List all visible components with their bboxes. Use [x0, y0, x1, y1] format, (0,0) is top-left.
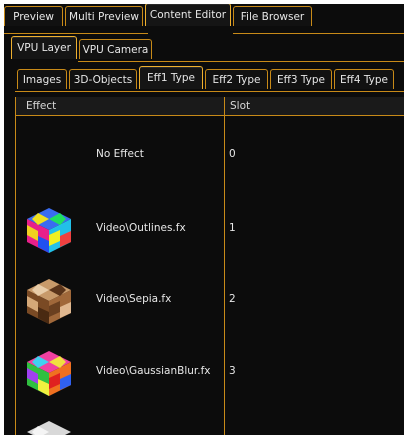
tab-preview[interactable]: Preview — [4, 6, 63, 26]
tab-eff4-type[interactable]: Eff4 Type — [334, 69, 394, 89]
divider — [233, 33, 404, 34]
table-header: Effect Slot — [16, 97, 404, 116]
divider — [4, 33, 148, 34]
slot-number: 2 — [229, 293, 236, 305]
table-row[interactable]: No Effect 0 — [16, 122, 404, 189]
divider — [15, 91, 404, 92]
tab-file-browser[interactable]: File Browser — [233, 6, 312, 26]
content-editor-window: Preview Multi Preview Content Editor Fil… — [4, 4, 404, 435]
table-row[interactable]: Video\Sepia.fx 2 — [16, 267, 404, 334]
rainbow-blur-cube-icon — [27, 351, 71, 396]
tab-eff2-type[interactable]: Eff2 Type — [205, 69, 268, 89]
tab-label: Eff1 Type — [146, 72, 195, 84]
tab-label: Content Editor — [149, 9, 227, 21]
table-row[interactable]: Video\Outlines.fx 1 — [16, 196, 404, 263]
table-row[interactable]: Video\GaussianBlur.fx 3 — [16, 339, 404, 406]
tab-eff3-type[interactable]: Eff3 Type — [270, 69, 332, 89]
divider — [78, 61, 404, 62]
tab-content-editor[interactable]: Content Editor — [145, 4, 231, 26]
effect-name: Video\GaussianBlur.fx — [96, 365, 211, 377]
tab-eff1-type[interactable]: Eff1 Type — [139, 66, 203, 89]
tab-3d-objects[interactable]: 3D-Objects — [69, 69, 137, 89]
slot-number: 3 — [229, 365, 236, 377]
tab-label: File Browser — [240, 10, 305, 23]
tab-label: Eff3 Type — [276, 73, 325, 86]
type-tab-bar: Images 3D-Objects Eff1 Type Eff2 Type Ef… — [17, 66, 396, 89]
tab-label: Multi Preview — [69, 10, 139, 23]
tab-images[interactable]: Images — [17, 69, 67, 89]
tab-label: VPU Camera — [82, 43, 149, 56]
column-header-effect[interactable]: Effect — [26, 100, 56, 112]
main-tab-bar: Preview Multi Preview Content Editor Fil… — [4, 4, 314, 26]
tab-label: 3D-Objects — [73, 73, 133, 86]
sub-tab-bar: VPU Layer VPU Camera — [11, 36, 154, 59]
effect-table: Effect Slot No Effect 0 Video\Outlines.f… — [15, 97, 404, 435]
effect-name: Video\Sepia.fx — [96, 293, 172, 305]
rainbow-outline-cube-icon — [27, 208, 71, 253]
tab-label: Images — [22, 73, 62, 86]
tab-label: Preview — [13, 10, 54, 23]
tab-label: Eff2 Type — [212, 73, 261, 86]
tab-multi-preview[interactable]: Multi Preview — [65, 6, 143, 26]
tab-vpu-camera[interactable]: VPU Camera — [79, 39, 152, 59]
slot-number: 0 — [229, 148, 236, 160]
effect-name: Video\Outlines.fx — [96, 222, 186, 234]
partial-cube-icon — [27, 421, 71, 435]
effect-name: No Effect — [96, 148, 144, 160]
sepia-cube-icon — [27, 279, 71, 324]
tab-vpu-layer[interactable]: VPU Layer — [11, 36, 77, 59]
tab-label: Eff4 Type — [339, 73, 388, 86]
tab-label: VPU Layer — [17, 42, 71, 54]
slot-number: 1 — [229, 222, 236, 234]
column-header-slot[interactable]: Slot — [230, 100, 250, 112]
